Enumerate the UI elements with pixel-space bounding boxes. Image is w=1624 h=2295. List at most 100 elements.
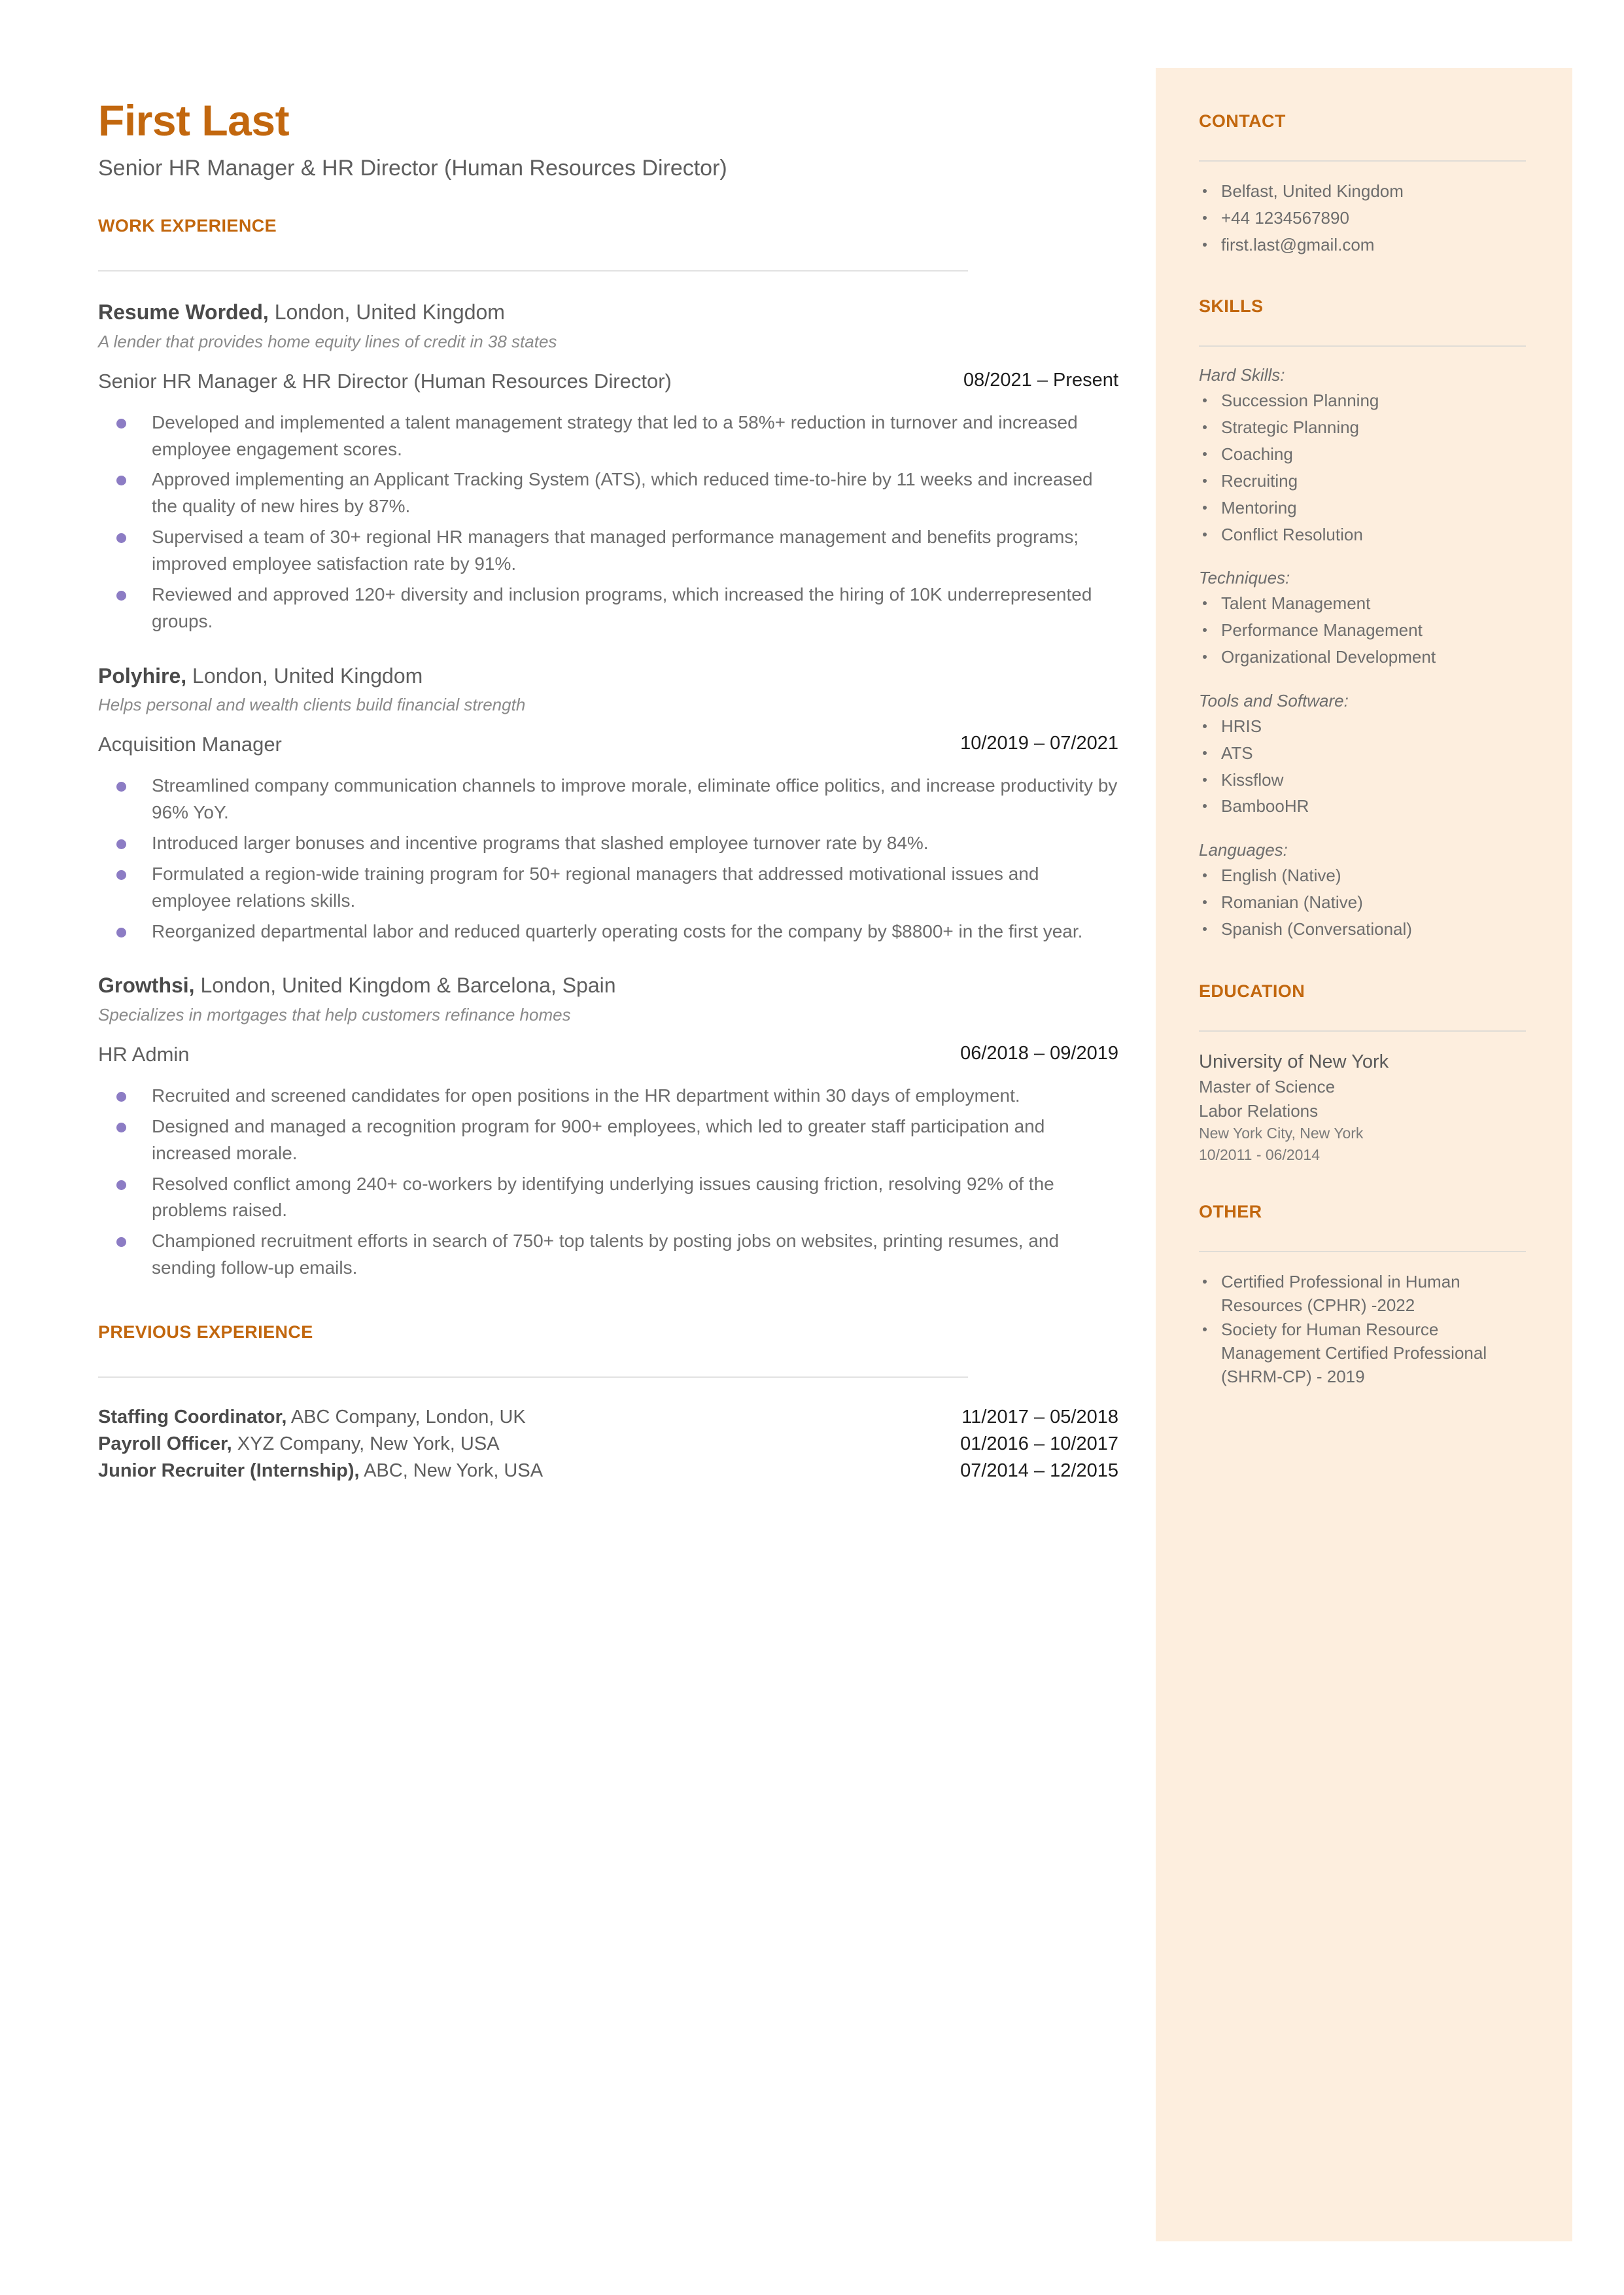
job-bullet: Recruited and screened candidates for op… — [98, 1083, 1118, 1110]
job-bullet: Formulated a region-wide training progra… — [98, 861, 1118, 915]
bullet-dot-icon — [1203, 425, 1207, 430]
skill-item-text: Talent Management — [1221, 593, 1371, 614]
skill-item-text: Coaching — [1221, 444, 1293, 464]
contact-block: Belfast, United Kingdom +44 1234567890 f… — [1199, 180, 1539, 256]
skill-item-text: Strategic Planning — [1221, 417, 1360, 438]
bullet-dot-icon — [1203, 398, 1207, 403]
skill-item-text: BambooHR — [1221, 796, 1309, 816]
bullet-dot-icon — [1203, 242, 1207, 247]
section-title-work-experience: WORK EXPERIENCE — [98, 216, 277, 236]
bullet-dot-icon — [116, 1237, 126, 1248]
contact-item-email[interactable]: first.last@gmail.com — [1199, 234, 1539, 256]
bullet-dot-icon — [1203, 628, 1207, 633]
other-block: Certified Professional in Human Resource… — [1199, 1270, 1539, 1389]
previous-role-dates: 11/2017 – 05/2018 — [961, 1407, 1118, 1428]
skills-block: Hard Skills: Succession Planning Strateg… — [1199, 365, 1539, 940]
section-divider-work-experience — [98, 270, 968, 272]
job-company-name: Growthsi, — [98, 973, 195, 998]
bullet-dot-icon — [116, 869, 126, 880]
job-bullet-text: Recruited and screened candidates for op… — [152, 1085, 1020, 1106]
job-bullet-text: Reorganized departmental labor and reduc… — [152, 920, 1083, 941]
job-entry: Growthsi, London, United Kingdom & Barce… — [98, 972, 1118, 1282]
skills-group-hard-skills: Hard Skills: Succession Planning Strateg… — [1199, 365, 1539, 546]
job-bullet-text: Developed and implemented a talent manag… — [152, 412, 1078, 459]
skill-item-text: Succession Planning — [1221, 391, 1379, 411]
bullet-dot-icon — [1203, 215, 1207, 220]
bullet-dot-icon — [1203, 189, 1207, 193]
education-location: New York City, New York — [1199, 1125, 1364, 1142]
job-bullet: Approved implementing an Applicant Track… — [98, 466, 1118, 520]
job-company-description: Helps personal and wealth clients build … — [98, 695, 526, 715]
bullet-dot-icon — [1203, 1327, 1207, 1332]
section-title-previous-experience: PREVIOUS EXPERIENCE — [98, 1322, 313, 1342]
skill-item-text: Spanish (Conversational) — [1221, 919, 1412, 939]
job-company-name: Resume Worded, — [98, 300, 269, 324]
bullet-dot-icon — [1203, 601, 1207, 606]
skill-item: Succession Planning — [1199, 389, 1539, 412]
job-dates: 10/2019 – 07/2021 — [960, 733, 1118, 754]
certification-item: Society for Human Resource Management Ce… — [1199, 1318, 1539, 1389]
job-company-description: A lender that provides home equity lines… — [98, 331, 557, 351]
contact-item-phone: +44 1234567890 — [1199, 207, 1539, 230]
job-bullet-text: Streamlined company communication channe… — [152, 775, 1118, 823]
skill-item-text: English (Native) — [1221, 866, 1341, 886]
job-title: HR Admin — [98, 1043, 190, 1066]
job-company-name: Polyhire, — [98, 663, 187, 688]
job-bullet-text: Resolved conflict among 240+ co-workers … — [152, 1173, 1054, 1221]
bullet-dot-icon — [116, 418, 126, 429]
skill-item-text: HRIS — [1221, 716, 1262, 736]
bullet-dot-icon — [116, 1180, 126, 1190]
previous-role-title: Staffing Coordinator, — [98, 1407, 287, 1428]
contact-item-text: Belfast, United Kingdom — [1221, 181, 1404, 201]
previous-experience-list: Staffing Coordinator, ABC Company, Londo… — [98, 1404, 1118, 1485]
skills-group-techniques: Techniques: Talent Management Performanc… — [1199, 568, 1539, 668]
skill-item: English (Native) — [1199, 864, 1539, 887]
section-divider-education — [1199, 1030, 1526, 1032]
skill-item: Strategic Planning — [1199, 416, 1539, 439]
section-title-skills: SKILLS — [1199, 296, 1264, 317]
job-title: Senior HR Manager & HR Director (Human R… — [98, 369, 672, 393]
bullet-dot-icon — [116, 1091, 126, 1102]
previous-experience-row: Payroll Officer, XYZ Company, New York, … — [98, 1431, 1118, 1458]
job-title: Acquisition Manager — [98, 733, 282, 756]
bullet-dot-icon — [1203, 532, 1207, 536]
job-company-description: Specializes in mortgages that help custo… — [98, 1005, 571, 1025]
job-entry: Resume Worded, London, United Kingdom A … — [98, 299, 1118, 635]
job-company-location: London, United Kingdom — [186, 663, 423, 688]
job-title-row: 06/2018 – 09/2019 HR Admin — [98, 1041, 1118, 1068]
bullet-dot-icon — [116, 590, 126, 601]
previous-role-company: ABC Company, London, UK — [286, 1407, 526, 1428]
previous-role-title: Payroll Officer, — [98, 1433, 232, 1455]
skill-item-text: Organizational Development — [1221, 647, 1436, 667]
candidate-name: First Last — [98, 96, 290, 145]
bullet-dot-icon — [116, 927, 126, 937]
job-bullet-text: Championed recruitment efforts in search… — [152, 1231, 1060, 1278]
job-bullet: Designed and managed a recognition progr… — [98, 1113, 1118, 1167]
contact-item-text: first.last@gmail.com — [1221, 234, 1375, 254]
job-company-location: London, United Kingdom & Barcelona, Spai… — [194, 973, 616, 998]
job-bullet-text: Formulated a region-wide training progra… — [152, 863, 1039, 911]
bullet-dot-icon — [1203, 926, 1207, 931]
job-company-line: Polyhire, London, United Kingdom — [98, 663, 1118, 690]
bullet-dot-icon — [1203, 452, 1207, 457]
job-bullet-list: Developed and implemented a talent manag… — [98, 410, 1118, 635]
candidate-headline: Senior HR Manager & HR Director (Human R… — [98, 156, 727, 181]
bullet-dot-icon — [1203, 1279, 1207, 1284]
bullet-dot-icon — [1203, 750, 1207, 755]
education-field: Labor Relations — [1199, 1100, 1319, 1121]
bullet-dot-icon — [1203, 655, 1207, 659]
skill-item: Performance Management — [1199, 619, 1539, 642]
bullet-dot-icon — [1203, 505, 1207, 510]
education-block: University of New York Master of Science… — [1199, 1050, 1539, 1165]
job-entry: Polyhire, London, United Kingdom Helps p… — [98, 663, 1118, 945]
bullet-dot-icon — [116, 1122, 126, 1132]
skill-item: HRIS — [1199, 715, 1539, 738]
job-bullet: Championed recruitment efforts in search… — [98, 1228, 1118, 1282]
bullet-dot-icon — [1203, 873, 1207, 878]
certification-text: Society for Human Resource Management Ce… — [1221, 1320, 1487, 1387]
previous-experience-row: Staffing Coordinator, ABC Company, Londo… — [98, 1404, 1118, 1431]
previous-experience-row: Junior Recruiter (Internship), ABC, New … — [98, 1458, 1118, 1484]
skill-item-text: Romanian (Native) — [1221, 892, 1363, 913]
bullet-dot-icon — [1203, 478, 1207, 483]
